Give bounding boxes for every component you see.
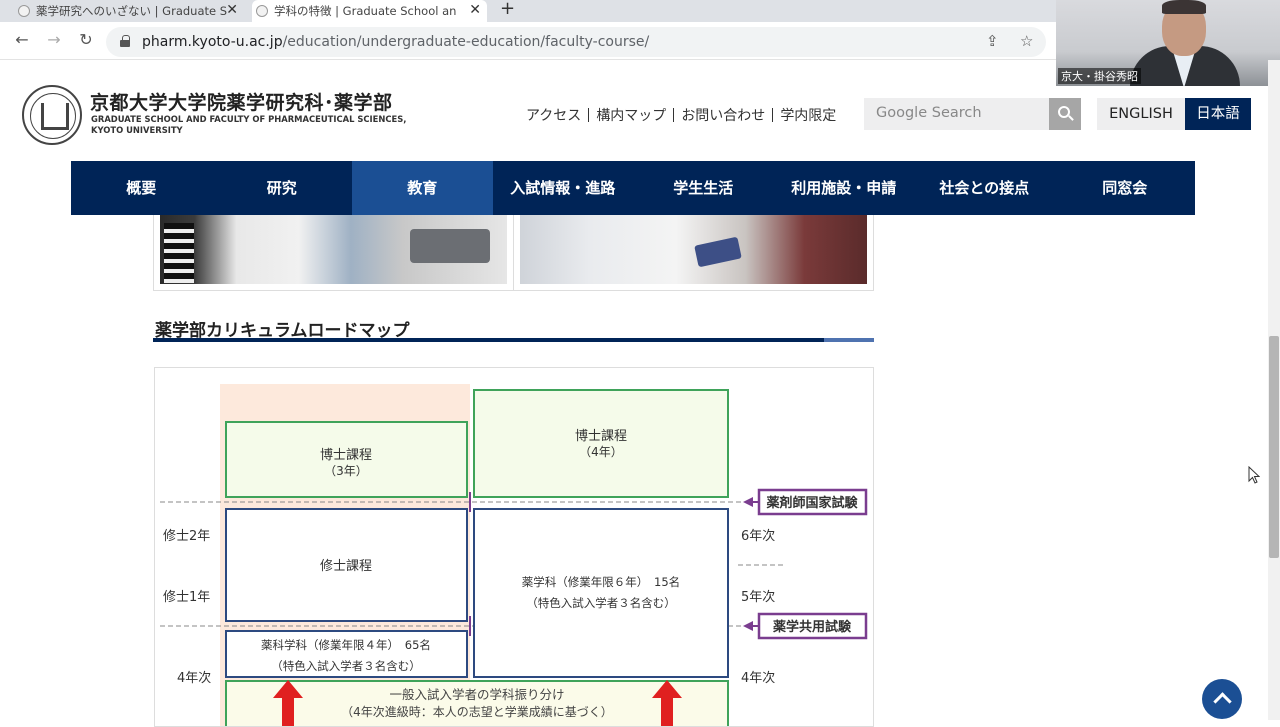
url-text: pharm.kyoto-u.ac.jp/education/undergradu… (142, 34, 650, 50)
nav-item-overview[interactable]: 概要 (71, 161, 212, 215)
reload-icon[interactable]: ↻ (76, 30, 96, 49)
lock-icon (120, 35, 130, 47)
roadmap-svg: 博士課程 （3年） 博士課程 （4年） 薬剤師国家試験 薬学共用試験 修士課程 … (160, 384, 868, 726)
browser-tab-2[interactable]: 学科の特徴 | Graduate School an ✕ (252, 0, 487, 22)
arrow-head (743, 497, 753, 507)
search-button[interactable] (1049, 98, 1081, 130)
close-icon[interactable]: ✕ (226, 2, 238, 18)
year-label-left: 4年次 (177, 670, 211, 686)
video-call-overlay: 京大・掛谷秀昭 (1056, 0, 1280, 86)
back-arrow-icon[interactable]: ← (12, 30, 32, 49)
language-japanese-button[interactable]: 日本語 (1185, 98, 1251, 130)
pharmacy-6yr-box (473, 508, 729, 678)
university-seal-logo[interactable] (22, 85, 82, 145)
pharm-sci-4yr-title: 薬科学科（修業年限４年） 65名 (261, 638, 431, 652)
main-navigation: 概要 研究 教育 入試情報・進路 学生生活 利用施設・申請 社会との接点 同窓会 (71, 161, 1195, 215)
new-tab-button[interactable]: + (500, 0, 515, 19)
scroll-to-top-button[interactable] (1202, 679, 1242, 719)
year-label-right: 5年次 (741, 589, 775, 605)
doctoral-4yr-title: 博士課程 (575, 428, 627, 444)
link-contact[interactable]: お問い合わせ (681, 105, 765, 125)
curriculum-roadmap-diagram: 博士課程 （3年） 博士課程 （4年） 薬剤師国家試験 薬学共用試験 修士課程 … (154, 367, 874, 727)
nav-item-society[interactable]: 社会との接点 (914, 161, 1055, 215)
nav-item-research[interactable]: 研究 (212, 161, 353, 215)
pharm-sci-4yr-note: （特色入試入学者３名含む） (271, 659, 421, 673)
participant-name: 京大・掛谷秀昭 (1058, 68, 1141, 84)
nav-item-alumni[interactable]: 同窓会 (1055, 161, 1196, 215)
scrollbar-thumb[interactable] (1269, 336, 1279, 558)
arrow-head (743, 621, 753, 631)
tab-title: 学科の特徴 | Graduate School an (274, 4, 457, 18)
year-label-right: 4年次 (741, 670, 775, 686)
favicon-icon (256, 5, 268, 17)
utility-links: アクセス 構内マップ お問い合わせ 学内限定 (526, 105, 836, 125)
assignment-note: （4年次進級時：本人の志望と学業成績に基づく） (341, 704, 613, 719)
link-access[interactable]: アクセス (526, 105, 581, 125)
lab-photo (160, 215, 507, 284)
star-icon[interactable]: ☆ (1020, 32, 1033, 50)
pharmacy-photo (520, 215, 867, 284)
mouse-cursor-icon (1248, 466, 1260, 484)
year-label-right: 6年次 (741, 528, 775, 544)
link-campus-map[interactable]: 構内マップ (596, 105, 666, 125)
favicon-icon (18, 5, 30, 17)
site-logo-text[interactable]: 京都大学大学院薬学研究科･薬学部 (90, 88, 393, 115)
year-label-left: 修士2年 (163, 529, 210, 544)
doctoral-3yr-title: 博士課程 (320, 447, 372, 463)
close-icon[interactable]: ✕ (469, 2, 481, 18)
year-label-left: 修士1年 (163, 590, 210, 605)
doctoral-3yr-years: （3年） (324, 464, 368, 478)
nav-item-admissions[interactable]: 入試情報・進路 (493, 161, 634, 215)
doctoral-4yr-years: （4年） (579, 445, 623, 459)
language-english-button[interactable]: ENGLISH (1097, 98, 1185, 130)
share-icon[interactable]: ⇪ (986, 32, 999, 50)
title-underline (153, 338, 874, 342)
forward-arrow-icon[interactable]: → (44, 30, 64, 49)
search-input[interactable]: Google Search (864, 98, 1050, 130)
assignment-title: 一般入試入学者の学科振り分け (389, 687, 564, 702)
nav-item-student-life[interactable]: 学生生活 (633, 161, 774, 215)
pharmacy-6yr-title: 薬学科（修業年限６年） 15名 (522, 575, 680, 589)
address-bar[interactable]: pharm.kyoto-u.ac.jp/education/undergradu… (106, 27, 1046, 57)
common-exam-label: 薬学共用試験 (772, 619, 852, 635)
pharmacy-6yr-note: （特色入試入学者３名含む） (526, 596, 676, 610)
national-exam-label: 薬剤師国家試験 (765, 495, 858, 511)
site-logo-english: GRADUATE SCHOOL AND FACULTY OF PHARMACEU… (91, 114, 407, 135)
nav-item-education[interactable]: 教育 (352, 161, 493, 215)
nav-item-facilities[interactable]: 利用施設・申請 (774, 161, 915, 215)
page-scrollbar[interactable] (1268, 60, 1280, 720)
tab-title: 薬学研究へのいざない | Graduate S (36, 4, 228, 18)
link-internal[interactable]: 学内限定 (780, 105, 836, 125)
browser-tab-1[interactable]: 薬学研究へのいざない | Graduate S ✕ (14, 0, 244, 22)
master-course-label: 修士課程 (320, 558, 372, 574)
